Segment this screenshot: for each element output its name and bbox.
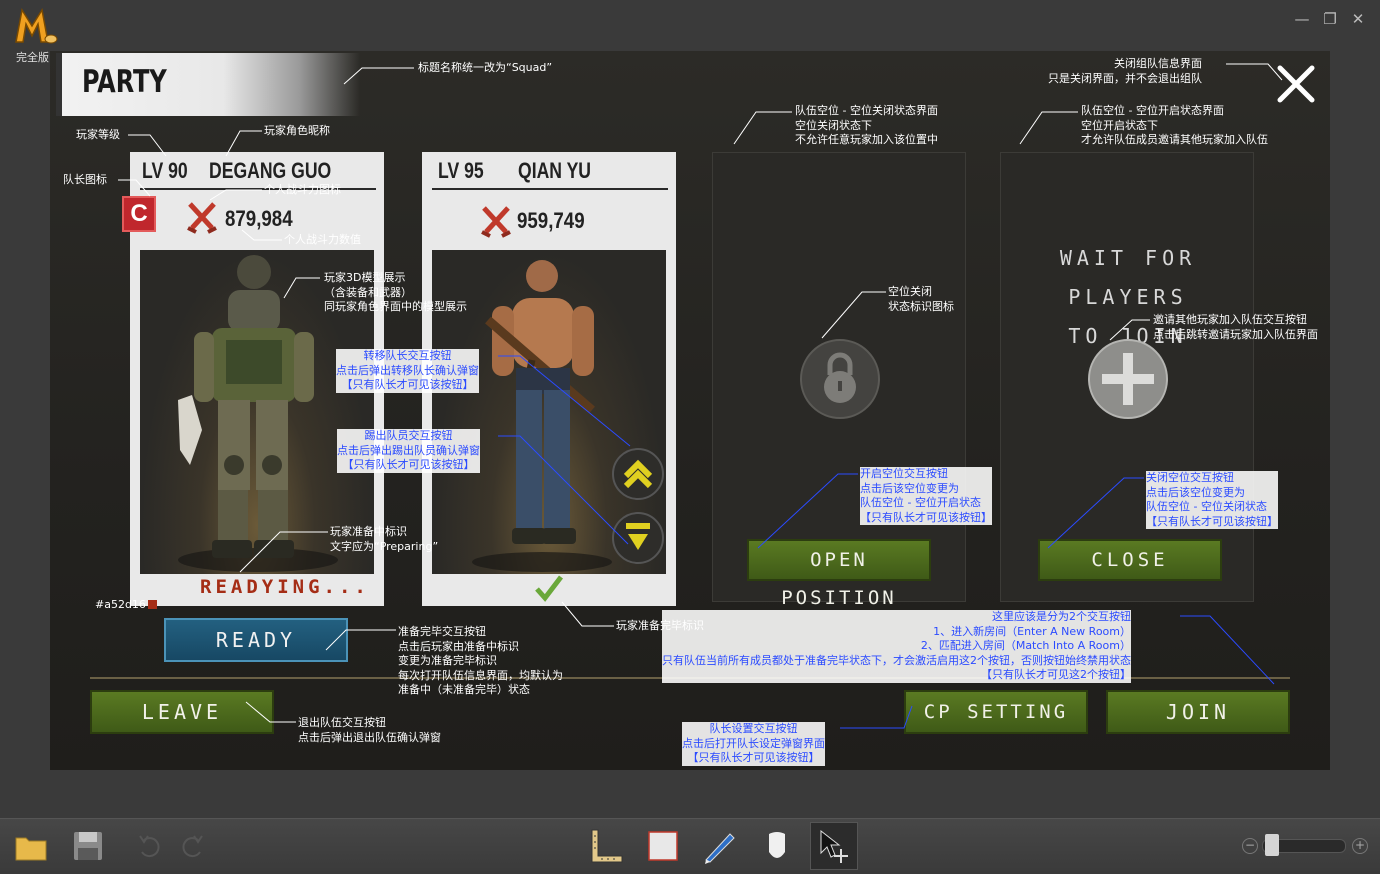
note-close-panel: 关闭组队信息界面 只是关闭界面，并不会退出组队 (1048, 57, 1202, 85)
note-lock-icon: 空位关闭 状态标识图标 (888, 285, 954, 313)
pen-tool-icon[interactable] (700, 826, 740, 866)
save-icon[interactable] (68, 826, 108, 866)
note-ready-button: 准备完毕交互按钮 点击后玩家由准备中标识 变更为准备完毕标识 每次打开队伍信息界… (398, 625, 563, 696)
move-tool-icon[interactable] (810, 822, 858, 870)
note-player-name: 玩家角色昵称 (264, 124, 330, 137)
note-cp-setting: 队长设置交互按钮 点击后打开队长设定弹窗界面 【只有队长才可见该按钮】 (682, 722, 825, 766)
color-swatch (148, 600, 157, 609)
note-transfer-captain: 转移队长交互按钮 点击后弹出转移队长确认弹窗 【只有队长才可见该按钮】 (336, 349, 479, 393)
note-readying: 玩家准备中标识 文字应为“Preparing” (330, 525, 439, 553)
zoom-slider-handle[interactable] (1265, 834, 1279, 856)
note-open-position: 开启空位交互按钮 点击后该空位变更为 队伍空位 - 空位开启状态 【只有队长才可… (860, 467, 992, 525)
note-close-position: 关闭空位交互按钮 点击后该空位变更为 队伍空位 - 空位关闭状态 【只有队长才可… (1146, 471, 1278, 529)
note-slot-closed: 队伍空位 - 空位关闭状态界面 空位关闭状态下 不允许任意玩家加入该位置中 (795, 104, 938, 146)
note-power-icon: 个人战斗力图标 (264, 183, 341, 196)
shape-tool-icon[interactable] (757, 826, 797, 866)
note-join: 这里应该是分为2个交互按钮 1、进入新房间（Enter A New Room） … (662, 610, 1131, 683)
redo-icon[interactable] (172, 826, 212, 866)
note-slot-open: 队伍空位 - 空位开启状态界面 空位开启状态下 才允许队伍成员邀请其他玩家加入队… (1081, 104, 1268, 146)
note-captain-icon: 队长图标 (63, 173, 107, 186)
ruler-icon[interactable] (586, 826, 626, 866)
note-model: 玩家3D模型展示 （含装备和武器） 同玩家角色界面中的模型展示 (324, 271, 467, 313)
note-title: 标题名称统一改为“Squad” (418, 61, 553, 74)
zoom-out-icon[interactable]: − (1242, 838, 1258, 854)
note-kick-member: 踢出队员交互按钮 点击后弹出踢出队员确认弹窗 【只有队长才可见该按钮】 (337, 429, 480, 473)
open-folder-icon[interactable] (12, 826, 52, 866)
note-invite: 邀请其他玩家加入队伍交互按钮 点击后跳转邀请玩家加入队伍界面 (1153, 313, 1318, 341)
zoom-in-icon[interactable]: + (1352, 838, 1368, 854)
note-leave-button: 退出队伍交互按钮 点击后弹出退出队伍确认弹窗 (298, 716, 441, 744)
note-player-level: 玩家等级 (76, 128, 120, 141)
undo-icon[interactable] (130, 826, 170, 866)
rectangle-tool-icon[interactable] (643, 826, 683, 866)
note-power-value: 个人战斗力数值 (284, 233, 361, 246)
note-color-tag: #a52d16 (95, 598, 146, 611)
